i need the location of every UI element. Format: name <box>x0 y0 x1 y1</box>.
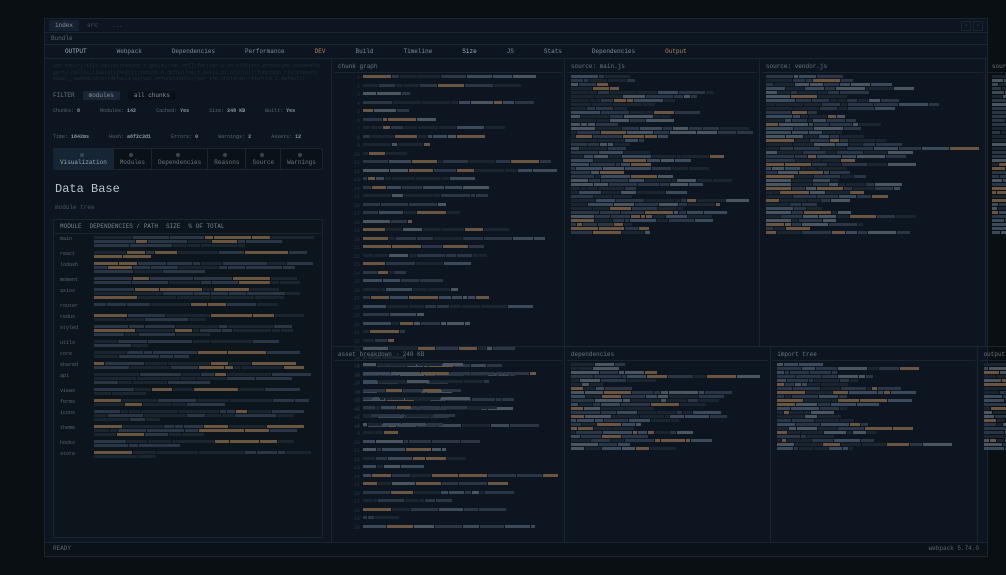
table-row[interactable]: react <box>54 249 322 260</box>
right-panel: source: main.jssource: vendor.jssource: … <box>565 59 1006 556</box>
filter-bar: FILTER modules all chunks <box>45 87 331 104</box>
tab-bar: index src ... ‹ › <box>45 19 987 33</box>
prop-9: Assets: 12 <box>271 134 301 140</box>
table-header: MODULEDEPENDENCIES / PATHSIZE% OF TOTAL <box>54 220 322 234</box>
detail-tab-5[interactable]: Warnings <box>281 149 322 169</box>
module-table: MODULEDEPENDENCIES / PATHSIZE% OF TOTAL … <box>53 219 323 539</box>
menu-9[interactable]: Stats <box>544 48 562 55</box>
tab-0[interactable]: index <box>49 20 79 31</box>
table-row[interactable]: store <box>54 449 322 460</box>
prop-0: Chunks: 8 <box>53 108 80 114</box>
source-pane-1: source: vendor.js <box>760 59 986 347</box>
detail-tab-2[interactable]: Dependencies <box>152 149 208 169</box>
table-row[interactable]: router <box>54 301 322 312</box>
left-panel: var t=n(r);if(t.has(e))return t.get(e);v… <box>45 59 332 556</box>
section-subheading: module tree <box>45 204 331 215</box>
status-bar: READY webpack 5.74.0 <box>45 542 987 556</box>
tab-2[interactable]: ... <box>106 20 129 31</box>
table-row[interactable]: shared <box>54 360 322 371</box>
menu-7[interactable]: Size <box>462 48 476 55</box>
menu-bar: OUTPUT Webpack Dependencies Performance DEV B… <box>45 45 987 59</box>
table-row[interactable]: axios <box>54 286 322 301</box>
code-preview: var t=n(r);if(t.has(e))return t.get(e);v… <box>45 59 331 87</box>
bottom-pane-0: dependencies <box>565 347 771 556</box>
detail-tab-3[interactable]: Reasons <box>208 149 246 169</box>
prop-2: Cached: Yes <box>156 108 189 114</box>
filter-label: FILTER <box>53 92 75 99</box>
bottom-pane-2: output <box>978 347 1006 556</box>
menu-8[interactable]: JS <box>507 48 514 55</box>
menu-3[interactable]: Performance <box>245 48 285 55</box>
prop-5: Time: 1842ms <box>53 134 89 140</box>
filter-context[interactable]: all chunks <box>128 91 176 100</box>
properties-row: Chunks: 8 Modules: 142 Cached: Yes Size: 24… <box>45 104 331 144</box>
menu-11[interactable]: Output <box>665 48 687 55</box>
filter-chip[interactable]: modules <box>83 91 120 100</box>
table-row[interactable]: redux <box>54 312 322 323</box>
detail-tab-1[interactable]: Modules <box>114 149 152 169</box>
detail-tab-4[interactable]: Source <box>246 149 281 169</box>
menu-5[interactable]: Build <box>355 48 373 55</box>
section-heading: Data Base <box>45 174 331 204</box>
bottom-pane-1: import tree <box>771 347 977 556</box>
prop-6: Hash: a8f2c3d1 <box>109 134 151 140</box>
prop-4: Built: Yes <box>265 108 295 114</box>
menu-1[interactable]: Webpack <box>117 48 142 55</box>
table-row[interactable]: forms <box>54 397 322 408</box>
chunk-graph-title: chunk graph <box>334 61 562 73</box>
detail-tab-0[interactable]: Visualization <box>54 149 114 169</box>
prop-7: Errors: 0 <box>171 134 198 140</box>
chunk-graph-pane: chunk graph 1234567891011121314151617181… <box>332 59 564 347</box>
status-right: webpack 5.74.0 <box>929 545 979 554</box>
table-row[interactable]: styled <box>54 323 322 338</box>
title-bar: Bundle <box>45 33 987 45</box>
nav-forward-icon[interactable]: › <box>973 21 983 31</box>
prop-3: Size: 248 KB <box>209 108 245 114</box>
table-row[interactable]: main <box>54 234 322 249</box>
table-row[interactable]: lodash <box>54 260 322 275</box>
table-row[interactable]: utils <box>54 338 322 349</box>
table-row[interactable]: hooks <box>54 438 322 449</box>
prop-8: Warnings: 2 <box>218 134 251 140</box>
asset-breakdown-pane: asset breakdown · 248 KB 123456789101112… <box>332 347 564 556</box>
nav-back-icon[interactable]: ‹ <box>961 21 971 31</box>
menu-6[interactable]: Timeline <box>403 48 432 55</box>
table-row[interactable]: api <box>54 371 322 386</box>
source-pane-2: source: runtime.js <box>986 59 1006 347</box>
table-row[interactable]: moment <box>54 275 322 286</box>
detail-tabs: VisualizationModulesDependenciesReasonsS… <box>53 148 323 170</box>
status-left: READY <box>53 545 71 554</box>
menu-2[interactable]: Dependencies <box>172 48 215 55</box>
table-row[interactable]: icons <box>54 408 322 423</box>
prop-1: Modules: 142 <box>100 108 136 114</box>
tab-1[interactable]: src <box>81 20 104 31</box>
table-row[interactable]: theme <box>54 423 322 438</box>
middle-panel: chunk graph 1234567891011121314151617181… <box>332 59 565 556</box>
menu-4[interactable]: DEV <box>315 48 326 55</box>
menu-10[interactable]: Dependencies <box>592 48 635 55</box>
source-pane-0: source: main.js <box>565 59 760 347</box>
menu-0[interactable]: OUTPUT <box>65 48 87 55</box>
table-row[interactable]: views <box>54 386 322 397</box>
table-row[interactable]: core <box>54 349 322 360</box>
